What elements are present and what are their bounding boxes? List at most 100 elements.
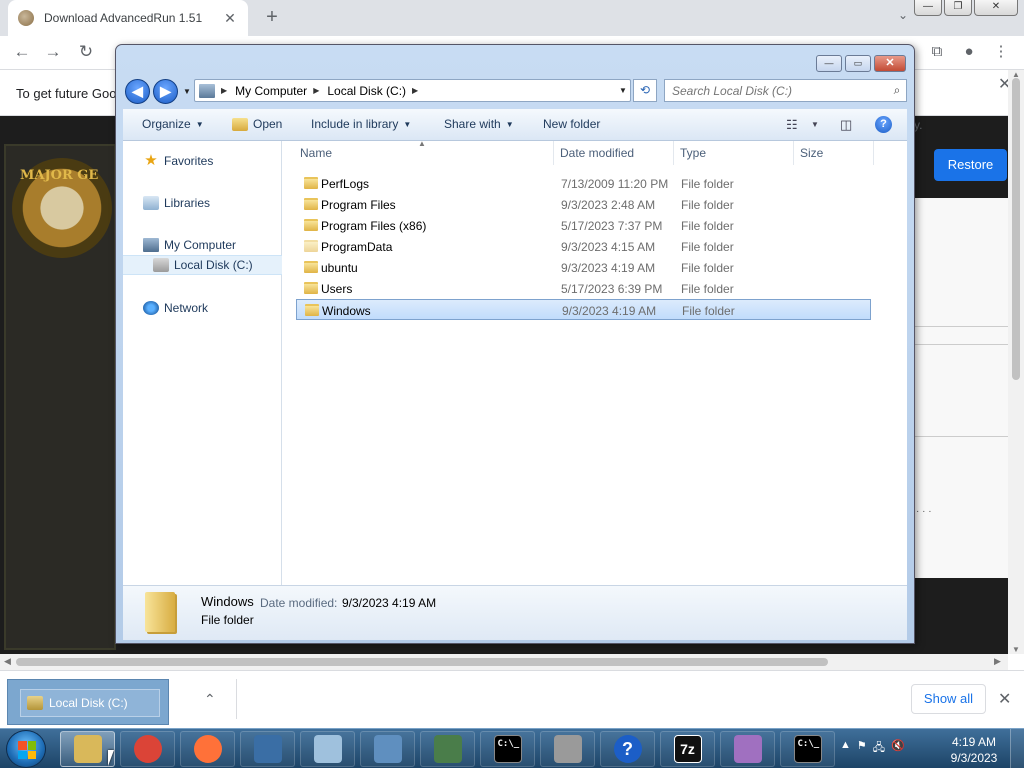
explorer-maximize-button[interactable]: ▭ [845, 55, 871, 72]
taskbar-button-remote-desktop[interactable] [360, 731, 415, 767]
share-with-button[interactable]: Share with ▼ [444, 117, 514, 131]
taskbar-button-firefox[interactable] [180, 731, 235, 767]
recent-pages-dropdown-icon[interactable]: ▼ [183, 87, 191, 96]
breadcrumb-separator-icon[interactable]: ▶ [221, 86, 227, 95]
explorer-minimize-button[interactable]: — [816, 55, 842, 72]
explorer-back-button[interactable]: ◀ [125, 79, 150, 104]
nav-item-local-disk[interactable]: Local Disk (C:) [123, 255, 282, 275]
minimize-button[interactable]: — [914, 0, 942, 16]
clock[interactable]: 4:19 AM 9/3/2023 [944, 734, 1004, 766]
file-row[interactable]: ProgramData 9/3/2023 4:15 AM File folder [296, 236, 871, 257]
profile-avatar-icon[interactable]: ● [958, 41, 980, 63]
details-pane: Windows Date modified: 9/3/2023 4:19 AM … [123, 585, 907, 640]
column-header-date-modified[interactable]: Date modified [554, 141, 674, 165]
column-header-type[interactable]: Type [674, 141, 794, 165]
new-tab-button[interactable]: + [262, 6, 282, 28]
show-hidden-icons-icon[interactable]: ▲ [840, 739, 851, 758]
scroll-thumb-horizontal[interactable] [16, 658, 828, 666]
column-header-size[interactable]: Size [794, 141, 874, 165]
file-row[interactable]: PerfLogs 7/13/2009 11:20 PM File folder [296, 173, 871, 194]
taskbar-button-help[interactable]: ? [600, 731, 655, 767]
help-icon[interactable]: ? [875, 116, 892, 133]
organize-label: Organize [142, 117, 191, 131]
taskbar-button-7zip[interactable]: 7z [660, 731, 715, 767]
vertical-scrollbar[interactable]: ▲ ▼ [1008, 70, 1024, 654]
search-box[interactable]: ⌕ [664, 79, 907, 102]
taskbar-button-explorer[interactable] [60, 731, 115, 767]
scroll-right-icon[interactable]: ▶ [994, 656, 1001, 667]
scroll-left-icon[interactable]: ◀ [4, 656, 11, 667]
explorer-forward-button[interactable]: ▶ [153, 79, 178, 104]
download-shelf: Local Disk (C:) ⌃ Show all ✕ [0, 670, 1024, 728]
breadcrumb-local-disk[interactable]: Local Disk (C:) [327, 84, 406, 98]
preview-pane-icon[interactable]: ◫ [840, 117, 858, 132]
site-favicon-icon [18, 10, 34, 26]
file-row[interactable]: Program Files (x86) 5/17/2023 7:37 PM Fi… [296, 215, 871, 236]
nav-item-favorites[interactable]: ★ Favorites [123, 151, 282, 171]
search-input[interactable] [672, 83, 888, 98]
nav-item-label: Favorites [164, 154, 214, 168]
include-in-library-label: Include in library [311, 117, 399, 131]
chevron-up-icon[interactable]: ⌃ [204, 691, 216, 708]
organize-button[interactable]: Organize ▼ [142, 117, 204, 131]
taskbar-button-command-prompt-2[interactable]: C:\_ [780, 731, 835, 767]
tab-search-icon[interactable]: ⌄ [898, 8, 908, 22]
reload-icon[interactable]: ↻ [75, 41, 97, 63]
start-button[interactable] [6, 730, 46, 768]
volume-muted-icon[interactable]: 🔇 [891, 739, 905, 758]
close-download-shelf-icon[interactable]: ✕ [998, 689, 1011, 709]
change-view-icon[interactable]: ☷ [786, 117, 804, 132]
taskbar-button-network-connections[interactable] [300, 731, 355, 767]
download-item[interactable]: Local Disk (C:) [7, 679, 169, 725]
include-in-library-button[interactable]: Include in library ▼ [311, 117, 411, 131]
file-row[interactable]: ubuntu 9/3/2023 4:19 AM File folder [296, 257, 871, 278]
taskbar-button-virtualbox[interactable] [240, 731, 295, 767]
network-status-icon[interactable]: 🖧 [873, 739, 885, 758]
explorer-close-button[interactable]: ✕ [874, 55, 906, 72]
command-prompt-2-icon: C:\_ [793, 735, 822, 763]
close-window-button[interactable]: ✕ [974, 0, 1018, 16]
address-dropdown-icon[interactable]: ▼ [616, 86, 630, 95]
7zip-icon: 7z [673, 735, 702, 763]
search-icon[interactable]: ⌕ [888, 83, 906, 98]
breadcrumb-separator-icon[interactable]: ▶ [412, 86, 418, 95]
file-row-selected[interactable]: Windows 9/3/2023 4:19 AM File folder [296, 299, 871, 320]
maximize-button[interactable]: ❐ [944, 0, 972, 16]
open-folder-icon [232, 117, 248, 131]
address-bar[interactable]: ▶ My Computer ▶ Local Disk (C:) ▶ ▼ [194, 79, 631, 102]
refresh-button[interactable]: ⟲ [633, 79, 657, 102]
scroll-down-icon[interactable]: ▼ [1012, 645, 1020, 654]
hidden-folder-icon [304, 240, 318, 252]
taskbar-button-command-prompt[interactable]: C:\_ [480, 731, 535, 767]
nav-item-libraries[interactable]: Libraries [123, 193, 282, 213]
forward-arrow-icon[interactable]: → [42, 41, 64, 63]
taskbar-button-task-manager[interactable] [420, 731, 475, 767]
breadcrumb-my-computer[interactable]: My Computer [235, 84, 307, 98]
open-button[interactable]: Open [232, 117, 282, 131]
browser-tab[interactable]: Download AdvancedRun 1.51 ✕ [8, 0, 248, 36]
view-dropdown-icon[interactable]: ▼ [811, 120, 829, 134]
side-panel-icon[interactable]: ⧉ [926, 41, 948, 63]
taskbar-button-window-app[interactable] [720, 731, 775, 767]
menu-kebab-icon[interactable]: ⋮ [990, 41, 1012, 63]
help-icon: ? [613, 735, 642, 763]
tab-close-icon[interactable]: ✕ [222, 10, 238, 27]
folder-icon [304, 261, 318, 273]
breadcrumb-separator-icon[interactable]: ▶ [313, 86, 319, 95]
new-folder-button[interactable]: New folder [543, 117, 600, 131]
download-item-inner[interactable]: Local Disk (C:) [20, 689, 160, 717]
drive-icon [27, 696, 43, 710]
back-arrow-icon[interactable]: ← [11, 41, 33, 63]
action-center-icon[interactable]: ⚑ [857, 739, 867, 758]
horizontal-scrollbar[interactable]: ◀ ▶ [0, 654, 1008, 670]
scroll-thumb[interactable] [1012, 78, 1020, 380]
show-all-button[interactable]: Show all [911, 684, 986, 714]
restore-button[interactable]: Restore [934, 149, 1007, 181]
taskbar-button-chrome[interactable] [120, 731, 175, 767]
file-row[interactable]: Program Files 9/3/2023 2:48 AM File fold… [296, 194, 871, 215]
file-row[interactable]: Users 5/17/2023 6:39 PM File folder [296, 278, 871, 299]
show-desktop-button[interactable] [1010, 729, 1024, 769]
taskbar-button-wall[interactable] [540, 731, 595, 767]
nav-item-network[interactable]: Network [123, 298, 282, 318]
nav-item-my-computer[interactable]: My Computer [123, 235, 282, 255]
